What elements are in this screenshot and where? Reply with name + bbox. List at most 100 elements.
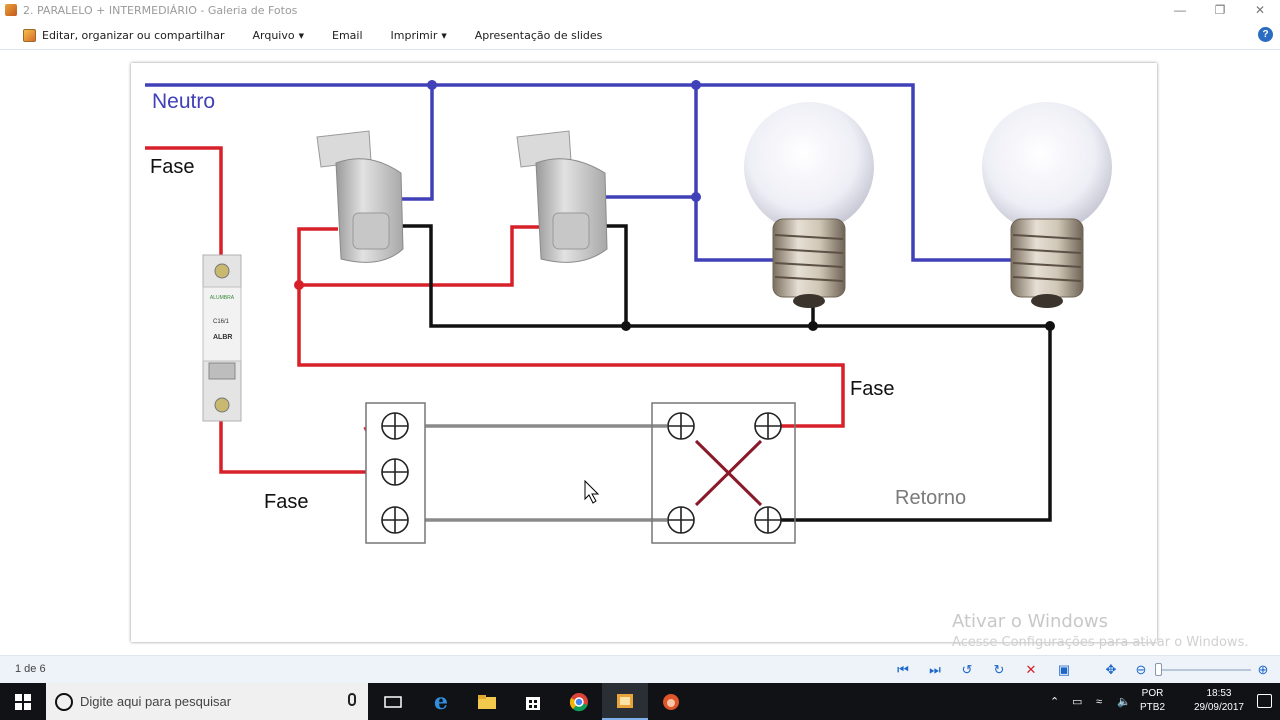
- wiring-diagram: ALUMBRA C16/1 ALBR Neutro Fase Fase Fase…: [145, 80, 1112, 544]
- rotate-right-icon: ↻: [993, 662, 1005, 677]
- zoom-slider-track[interactable]: [1158, 669, 1251, 671]
- neutral-junction: [427, 80, 437, 90]
- taskbar: Digite aqui para pesquisar e ⌃ ▭ ≈ 🔈 POR…: [0, 683, 1280, 720]
- motion-sensor-2: [516, 130, 608, 263]
- search-placeholder: Digite aqui para pesquisar: [80, 694, 232, 709]
- close-button[interactable]: ✕: [1240, 0, 1280, 20]
- lamp-1: [744, 102, 874, 308]
- menu-edit-label: Editar, organizar ou compartilhar: [42, 29, 225, 42]
- taskbar-store[interactable]: [510, 683, 556, 720]
- zoom-slider-thumb[interactable]: [1155, 663, 1162, 676]
- return-label: Retorno: [895, 487, 966, 509]
- help-button[interactable]: ?: [1258, 27, 1273, 42]
- zoom-in-button[interactable]: ⊕: [1254, 661, 1272, 679]
- traveler-wires: [409, 424, 667, 522]
- input-language[interactable]: POR PTB2: [1140, 687, 1165, 715]
- menu-print-label: Imprimir: [390, 29, 438, 42]
- neutral-junction: [691, 80, 701, 90]
- breaker-model: C16/1: [213, 319, 230, 325]
- activation-watermark-title: Ativar o Windows: [952, 611, 1108, 632]
- skip-next-icon: ⏭: [929, 662, 941, 677]
- taskbar-file-explorer[interactable]: [464, 683, 510, 720]
- menu-email-label: Email: [332, 29, 363, 42]
- photo-wiring-diagram: ALUMBRA C16/1 ALBR Neutro Fase Fase Fase…: [131, 63, 1157, 642]
- clock-date: 29/09/2017: [1193, 702, 1244, 713]
- return-junction: [621, 321, 631, 331]
- status-bar: 1 de 6 ⏮ ⏭ ↺ ↻ ✕ ▣ ✥ ⊖ ⊕: [0, 655, 1280, 683]
- taskbar-chrome[interactable]: [556, 683, 602, 720]
- phase-junction: [294, 280, 304, 290]
- cortana-icon: [55, 692, 73, 711]
- system-clock[interactable]: 18:53 29/09/2017: [1194, 687, 1244, 715]
- speaker-icon: 🔈: [1117, 696, 1131, 708]
- edge-browser-icon: e: [434, 688, 448, 715]
- task-view-button[interactable]: [370, 683, 416, 720]
- neutral-label: Neutro: [152, 90, 215, 113]
- start-button[interactable]: [0, 683, 46, 720]
- title-bar: 2. PARALELO + INTERMEDIÁRIO - Galeria de…: [0, 0, 1280, 20]
- app-hand-icon: [663, 693, 679, 710]
- menu-email[interactable]: Email: [332, 29, 363, 42]
- wifi-icon: ≈: [1096, 695, 1103, 708]
- tray-volume[interactable]: 🔈: [1117, 683, 1131, 720]
- actual-size-button[interactable]: ✥: [1102, 661, 1120, 679]
- delete-x-icon: ✕: [1025, 662, 1037, 677]
- minimize-icon: —: [1174, 3, 1186, 17]
- restore-icon: ❐: [1214, 3, 1226, 17]
- phase-label-bottom: Fase: [264, 491, 308, 513]
- breaker-brand: ALUMBRA: [210, 295, 235, 301]
- tray-chevron-up[interactable]: ⌃: [1050, 683, 1059, 720]
- zoom-out-button[interactable]: ⊖: [1132, 661, 1150, 679]
- tray-network[interactable]: ≈: [1096, 683, 1102, 720]
- photo-viewer-stage: ALUMBRA C16/1 ALBR Neutro Fase Fase Fase…: [0, 51, 1280, 655]
- minimize-button[interactable]: —: [1160, 0, 1200, 20]
- intermediate-cross-wires: [694, 439, 763, 507]
- slideshow-button[interactable]: ▣: [1055, 661, 1073, 679]
- activation-watermark-text: Acesse Configurações para ativar o Windo…: [952, 635, 1249, 650]
- fit-window-icon: ✥: [1105, 662, 1117, 677]
- window-title: 2. PARALELO + INTERMEDIÁRIO - Galeria de…: [23, 3, 298, 17]
- language-code: POR: [1141, 688, 1164, 699]
- restore-button[interactable]: ❐: [1200, 0, 1240, 20]
- close-icon: ✕: [1254, 3, 1266, 17]
- menu-print[interactable]: Imprimir ▼: [391, 29, 447, 42]
- tray-battery[interactable]: ▭: [1072, 683, 1082, 720]
- clock-time: 18:53: [1206, 688, 1232, 699]
- rotate-left-icon: ↺: [961, 662, 973, 677]
- menu-file[interactable]: Arquivo ▼: [253, 29, 305, 42]
- circuit-breaker: ALUMBRA C16/1 ALBR: [202, 254, 242, 422]
- taskbar-app[interactable]: [648, 683, 694, 720]
- three-way-switch: [365, 402, 426, 544]
- notification-center-icon[interactable]: [1257, 694, 1272, 708]
- taskbar-search-box[interactable]: Digite aqui para pesquisar: [46, 683, 368, 720]
- edit-organize-icon: [23, 29, 36, 42]
- photo-gallery-icon: [617, 693, 633, 708]
- next-button[interactable]: ⏭: [926, 661, 944, 679]
- windows-logo-icon: [15, 693, 31, 710]
- lamp-2: [982, 102, 1112, 308]
- store-icon: [526, 696, 540, 710]
- menu-bar: Editar, organizar ou compartilhar Arquiv…: [0, 22, 1280, 50]
- task-view-icon: [384, 695, 402, 708]
- return-junction: [808, 321, 818, 331]
- rotate-left-button[interactable]: ↺: [958, 661, 976, 679]
- breaker-series: ALBR: [213, 334, 232, 341]
- photo-gallery-app-icon: [5, 4, 17, 16]
- chevron-down-icon: ▼: [441, 31, 447, 40]
- folder-icon: [478, 694, 496, 709]
- chrome-icon: [569, 692, 588, 711]
- phase-wires: [145, 146, 845, 474]
- phase-label-top: Fase: [150, 156, 194, 178]
- menu-edit-organize-share[interactable]: Editar, organizar ou compartilhar: [42, 29, 225, 42]
- taskbar-photo-gallery[interactable]: [602, 683, 648, 720]
- menu-slideshow[interactable]: Apresentação de slides: [475, 29, 603, 42]
- keyboard-layout: PTB2: [1140, 702, 1166, 713]
- taskbar-edge[interactable]: e: [418, 683, 464, 720]
- zoom-in-icon: ⊕: [1257, 662, 1269, 677]
- help-icon: ?: [1262, 29, 1269, 40]
- microphone-icon[interactable]: [348, 693, 356, 706]
- chevron-up-icon: ⌃: [1050, 696, 1060, 708]
- previous-button[interactable]: ⏮: [894, 661, 912, 679]
- rotate-right-button[interactable]: ↻: [990, 661, 1008, 679]
- delete-button[interactable]: ✕: [1022, 661, 1040, 679]
